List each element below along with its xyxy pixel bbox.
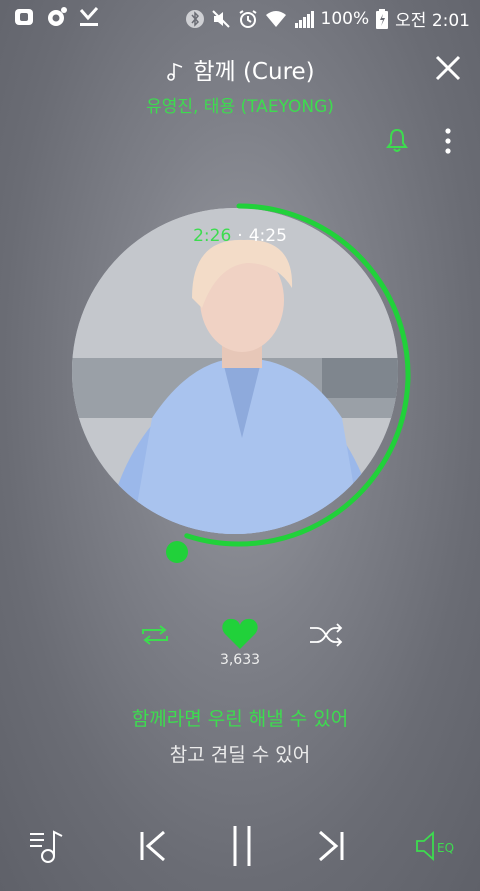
pause-icon[interactable] bbox=[230, 824, 254, 868]
more-vertical-icon[interactable] bbox=[440, 127, 456, 155]
progress-ring[interactable] bbox=[64, 200, 414, 550]
lyric-current[interactable]: 함께라면 우린 해낼 수 있어 bbox=[0, 704, 480, 731]
previous-icon[interactable] bbox=[138, 830, 168, 862]
alarm-icon bbox=[238, 9, 257, 28]
seek-thumb[interactable] bbox=[166, 541, 188, 563]
status-right: 100% 오전 2:01 bbox=[185, 6, 470, 31]
download-icon bbox=[79, 6, 99, 26]
bottom-controls: EQ bbox=[0, 822, 480, 872]
current-time: 2:26 bbox=[193, 226, 232, 246]
signal-icon bbox=[294, 10, 314, 28]
close-icon[interactable] bbox=[434, 54, 462, 82]
song-title: 함께 (Cure) bbox=[0, 52, 480, 86]
repeat-icon[interactable] bbox=[138, 622, 172, 648]
circle-dot-icon bbox=[48, 7, 67, 26]
battery-icon bbox=[376, 8, 389, 29]
song-title-text: 함께 (Cure) bbox=[193, 59, 315, 85]
playlist-icon[interactable] bbox=[28, 826, 68, 866]
bell-icon[interactable] bbox=[385, 127, 409, 153]
artist-name[interactable]: 유영진, 태용 (TAEYONG) bbox=[0, 92, 480, 117]
wifi-icon bbox=[265, 10, 286, 27]
status-bar: 100% 오전 2:01 bbox=[0, 0, 480, 34]
heart-icon[interactable] bbox=[221, 617, 259, 651]
eq-icon[interactable]: EQ bbox=[415, 830, 459, 862]
status-left-icons bbox=[14, 6, 100, 28]
album-disc bbox=[64, 200, 414, 550]
time-separator: · bbox=[237, 226, 243, 246]
eq-label: EQ bbox=[437, 841, 454, 855]
battery-percent: 100% bbox=[320, 8, 370, 29]
time-display: 2:26 · 4:25 bbox=[0, 226, 480, 246]
app-icon bbox=[15, 9, 33, 25]
clock: 오전 2:01 bbox=[395, 11, 470, 31]
music-note-icon bbox=[167, 62, 183, 81]
shuffle-icon[interactable] bbox=[308, 622, 344, 648]
total-time: 4:25 bbox=[248, 226, 287, 246]
bluetooth-icon bbox=[185, 9, 204, 28]
next-icon[interactable] bbox=[316, 830, 346, 862]
mute-icon bbox=[211, 9, 230, 28]
lyric-next[interactable]: 참고 견딜 수 있어 bbox=[0, 740, 480, 767]
like-count: 3,633 bbox=[219, 652, 261, 668]
